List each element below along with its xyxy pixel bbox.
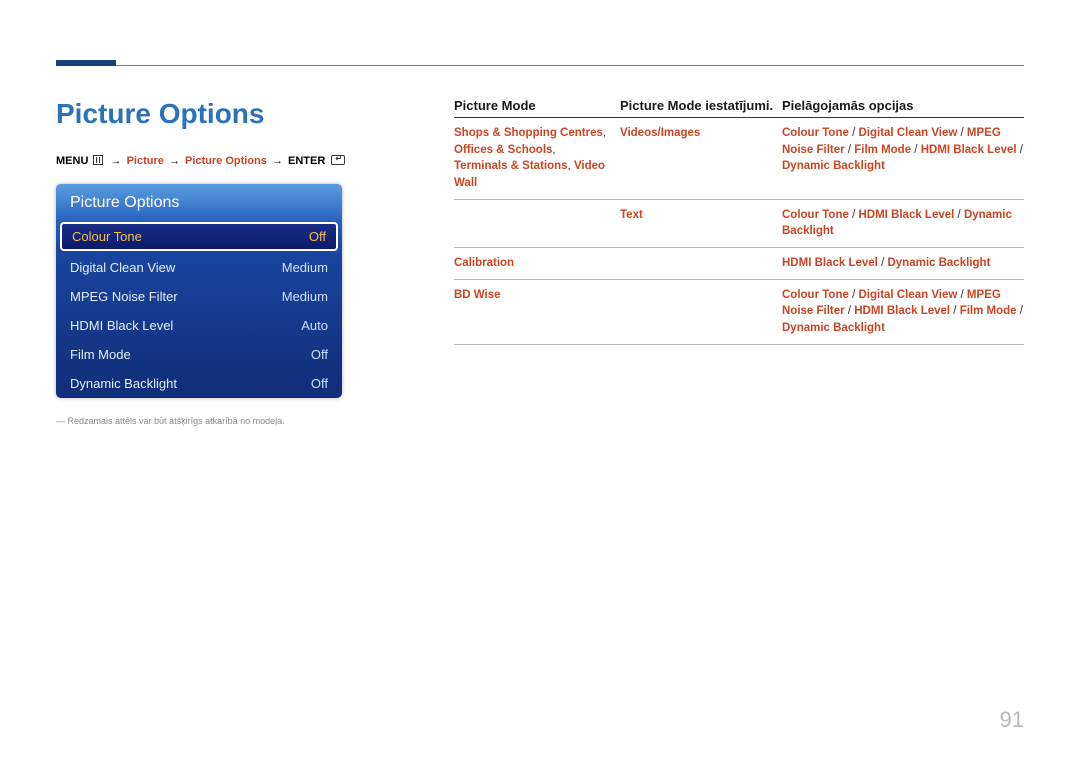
option-name: HDMI Black Level (858, 209, 954, 221)
menu-icon (93, 155, 103, 165)
separator: / (845, 144, 855, 156)
cell-picture-mode: Shops & Shopping Centres, Offices & Scho… (454, 125, 620, 192)
cell-options: Colour Tone / Digital Clean View / MPEG … (782, 125, 1024, 192)
option-name: Videos/Images (620, 127, 700, 139)
table-row: Calibration HDMI Black Level / Dynamic Ba… (454, 248, 1024, 280)
table-row: BD Wise Colour Tone / Digital Clean View … (454, 280, 1024, 345)
table-row: Shops & Shopping Centres, Offices & Scho… (454, 118, 1024, 200)
option-name: Colour Tone (782, 127, 849, 139)
menu-item-value: Medium (282, 260, 328, 275)
option-name: Film Mode (854, 144, 911, 156)
menu-item[interactable]: Digital Clean View Medium (56, 253, 342, 282)
option-name: BD Wise (454, 289, 501, 301)
options-table: Picture Mode Picture Mode iestatījumi. P… (454, 98, 1024, 345)
page-number: 91 (1000, 707, 1024, 733)
menu-item[interactable]: HDMI Black Level Auto (56, 311, 342, 340)
menu-item-label: Film Mode (70, 347, 131, 362)
arrow-icon: → (111, 155, 122, 167)
cell-options: Colour Tone / Digital Clean View / MPEG … (782, 287, 1024, 337)
cell-settings (620, 287, 782, 337)
option-name: Offices & Schools (454, 144, 552, 156)
th-picture-mode-settings: Picture Mode iestatījumi. (620, 98, 782, 113)
menu-item-label: HDMI Black Level (70, 318, 173, 333)
image-disclaimer-note: Redzamais attēls var būt atšķirīgs atkar… (56, 416, 285, 426)
menu-item-value: Off (309, 229, 326, 244)
breadcrumb-picture: Picture (127, 155, 164, 167)
option-name: HDMI Black Level (782, 257, 878, 269)
menu-item-value: Medium (282, 289, 328, 304)
option-name: Film Mode (960, 305, 1017, 317)
separator: / (1017, 144, 1023, 156)
separator: , (603, 127, 606, 139)
menu-item-label: Digital Clean View (70, 260, 175, 275)
separator: , (552, 144, 555, 156)
option-name: HDMI Black Level (921, 144, 1017, 156)
page-title: Picture Options (56, 98, 264, 130)
menu-item[interactable]: MPEG Noise Filter Medium (56, 282, 342, 311)
option-name: Shops & Shopping Centres (454, 127, 603, 139)
separator: / (911, 144, 921, 156)
menu-item-label: Dynamic Backlight (70, 376, 177, 391)
option-name: Dynamic Backlight (782, 322, 885, 334)
cell-settings (620, 255, 782, 272)
accent-bar (56, 60, 116, 66)
menu-header: Picture Options (56, 184, 342, 220)
arrow-icon: → (272, 155, 283, 167)
enter-icon (331, 155, 345, 165)
menu-item-value: Off (311, 347, 328, 362)
separator: / (954, 209, 964, 221)
cell-picture-mode: BD Wise (454, 287, 620, 337)
option-name: Colour Tone (782, 209, 849, 221)
header-rule (116, 65, 1024, 66)
breadcrumb-picture-options: Picture Options (185, 155, 267, 167)
menu-item-label: Colour Tone (72, 229, 142, 244)
picture-options-menu: Picture Options Colour Tone Off Digital Cl… (56, 184, 342, 398)
arrow-icon: → (169, 155, 180, 167)
option-name: HDMI Black Level (854, 305, 950, 317)
option-name: Calibration (454, 257, 514, 269)
option-name: Dynamic Backlight (887, 257, 990, 269)
th-picture-mode: Picture Mode (454, 98, 620, 113)
option-name: Dynamic Backlight (782, 160, 885, 172)
cell-settings: Videos/Images (620, 125, 782, 192)
table-row: Text Colour Tone / HDMI Black Level / Dyn… (454, 200, 1024, 248)
option-name: Text (620, 209, 643, 221)
option-name: Digital Clean View (858, 127, 957, 139)
separator: / (845, 305, 855, 317)
menu-item-value: Auto (301, 318, 328, 333)
separator: / (957, 127, 967, 139)
menu-item[interactable]: Colour Tone Off (60, 222, 338, 251)
option-name: Colour Tone (782, 289, 849, 301)
cell-options: HDMI Black Level / Dynamic Backlight (782, 255, 1024, 272)
separator: / (957, 289, 967, 301)
menu-item-value: Off (311, 376, 328, 391)
table-header-row: Picture Mode Picture Mode iestatījumi. P… (454, 98, 1024, 118)
cell-picture-mode (454, 207, 620, 240)
separator: / (950, 305, 960, 317)
menu-item[interactable]: Dynamic Backlight Off (56, 369, 342, 398)
th-adjustable-options: Pielāgojamās opcijas (782, 98, 1024, 113)
separator: / (1017, 305, 1023, 317)
option-name: Terminals & Stations (454, 160, 568, 172)
breadcrumb-enter: ENTER (288, 155, 325, 167)
option-name: Digital Clean View (858, 289, 957, 301)
cell-picture-mode: Calibration (454, 255, 620, 272)
breadcrumb-menu: MENU (56, 155, 88, 167)
menu-item-label: MPEG Noise Filter (70, 289, 178, 304)
breadcrumb: MENU → Picture → Picture Options → ENTER (56, 154, 345, 167)
cell-settings: Text (620, 207, 782, 240)
menu-item[interactable]: Film Mode Off (56, 340, 342, 369)
cell-options: Colour Tone / HDMI Black Level / Dynamic… (782, 207, 1024, 240)
